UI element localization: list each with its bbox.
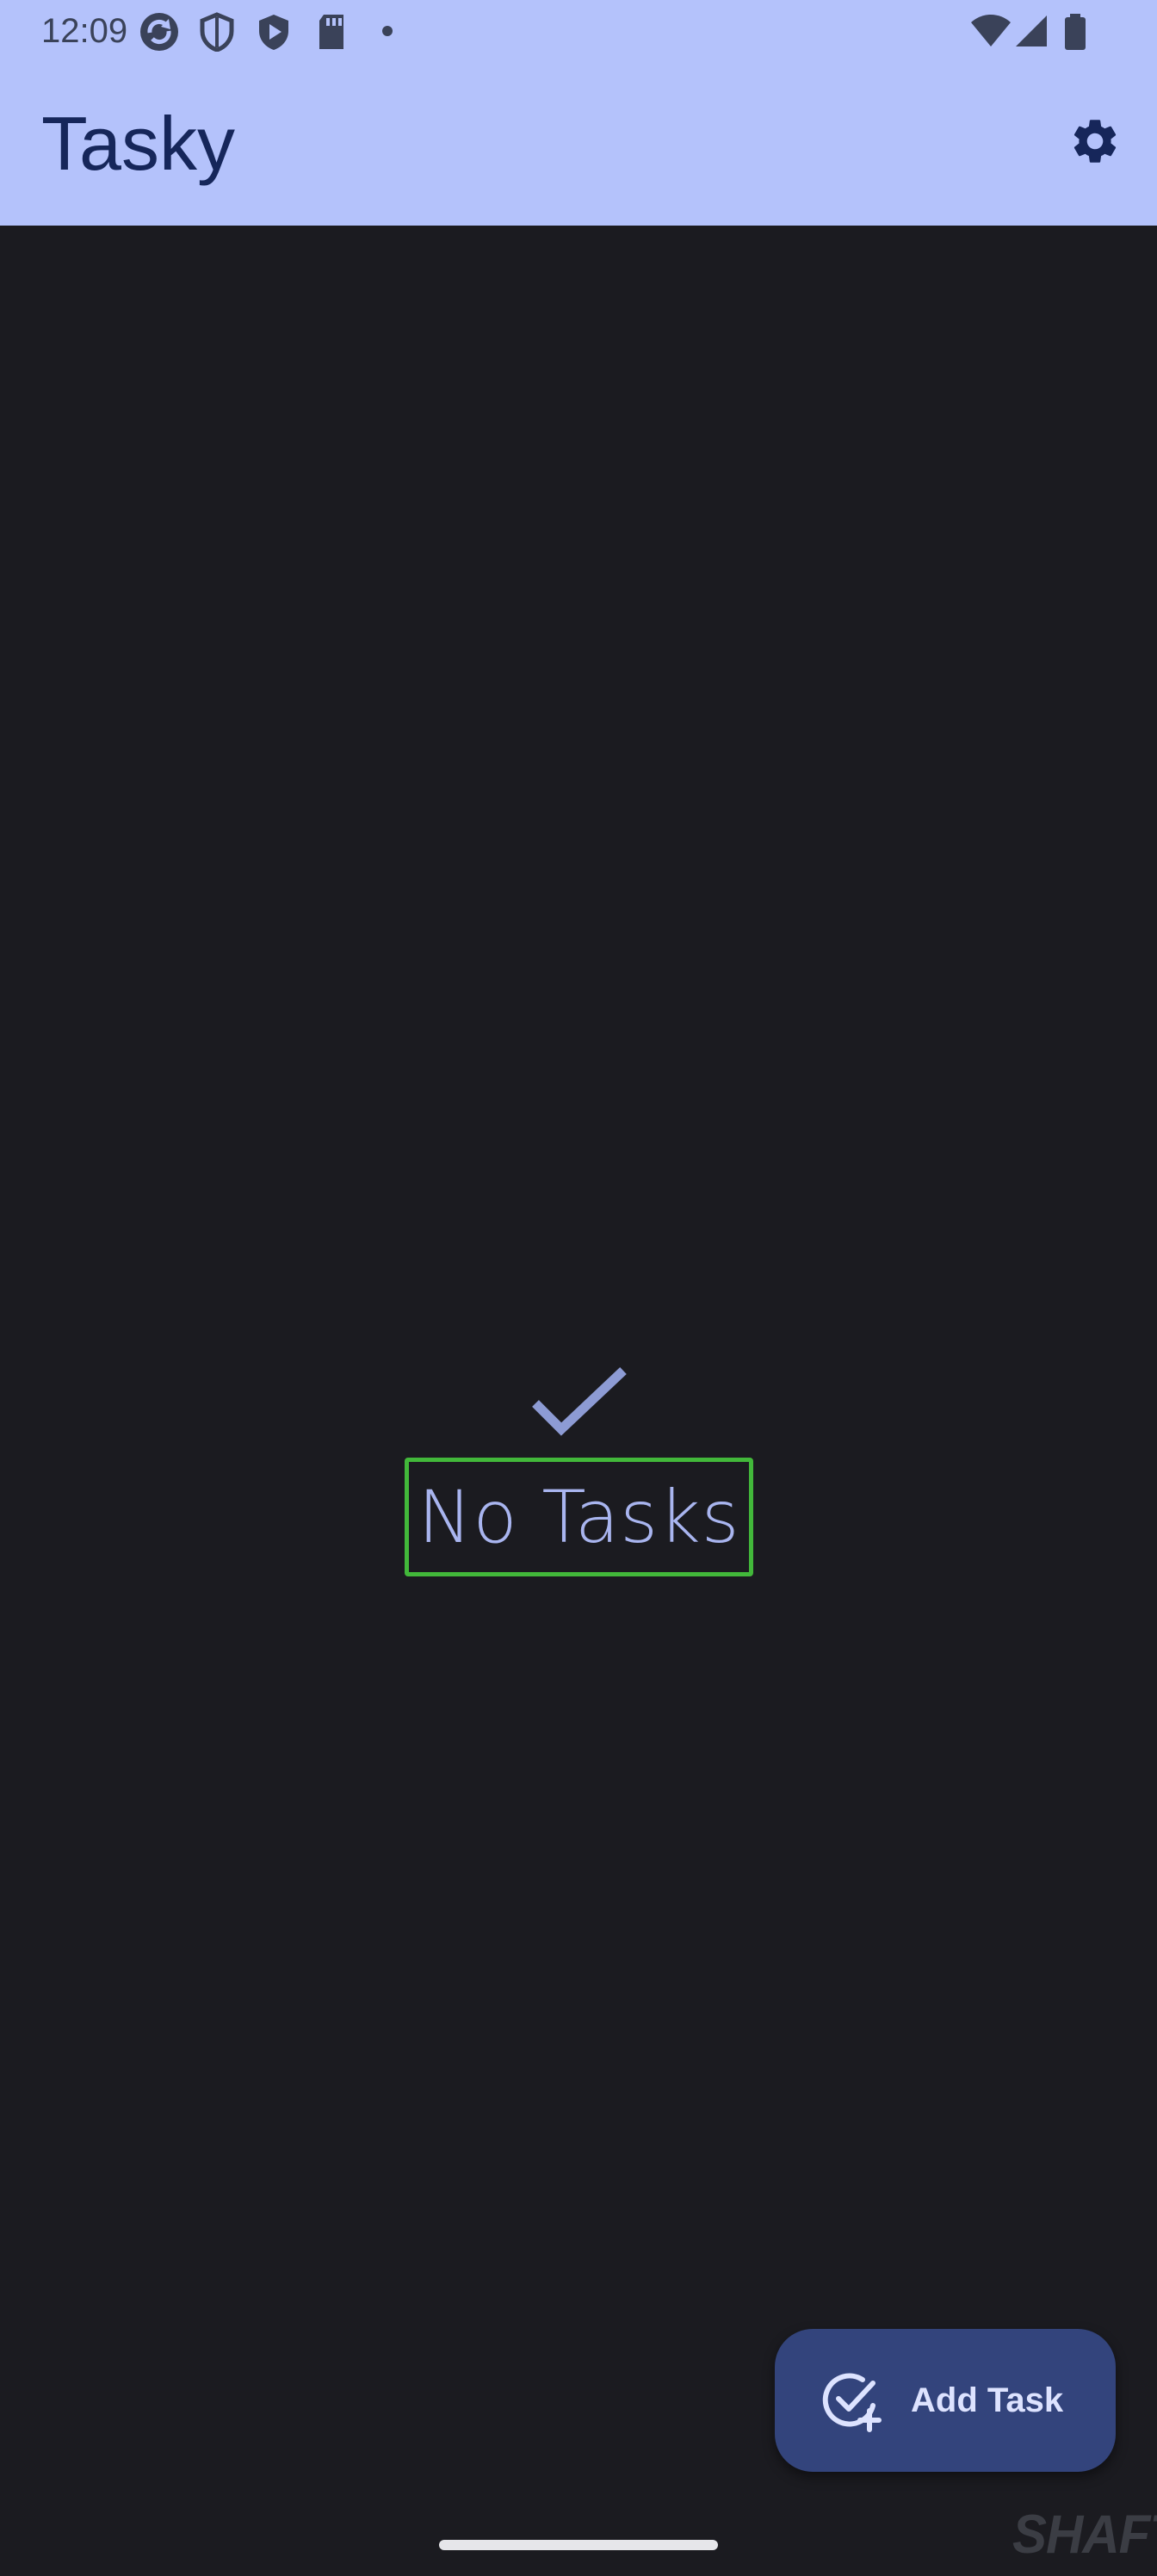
check-icon — [532, 1367, 627, 1436]
sync-icon — [140, 13, 178, 51]
add-task-icon — [822, 2373, 882, 2432]
navigation-handle[interactable] — [439, 2540, 718, 2550]
app-bar: 12:09 Tasky — [0, 0, 1157, 226]
empty-state: No Tasks — [0, 1352, 1157, 1610]
app-title: Tasky — [41, 101, 235, 186]
empty-state-label: No Tasks — [418, 1475, 740, 1559]
shield-icon — [200, 12, 234, 52]
add-task-button[interactable]: Add Task — [775, 2329, 1116, 2472]
dot-icon — [382, 26, 393, 36]
signal-icon — [1016, 15, 1047, 46]
add-task-label: Add Task — [911, 2381, 1064, 2419]
status-bar: 12:09 — [0, 0, 1157, 62]
wifi-icon — [971, 15, 1011, 46]
gear-icon — [1073, 120, 1117, 163]
shaft-watermark-logo: SHAFT — [1012, 2504, 1157, 2573]
status-time: 12:09 — [41, 12, 128, 50]
battery-icon — [1065, 14, 1086, 50]
watermark-text: SHAFT — [1012, 2504, 1157, 2565]
settings-button[interactable] — [1061, 107, 1129, 176]
play-protect-icon — [259, 15, 288, 50]
sd-card-icon — [319, 15, 343, 49]
empty-state-label-highlight: No Tasks — [405, 1458, 753, 1576]
